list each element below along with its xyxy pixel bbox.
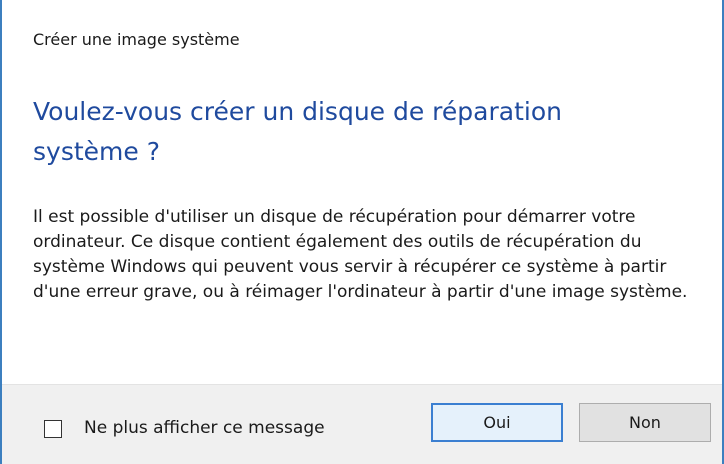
- dont-show-again-label[interactable]: Ne plus afficher ce message: [84, 418, 325, 438]
- dialog-message: Il est possible d'utiliser un disque de …: [33, 207, 688, 302]
- dialog-title: Créer une image système: [33, 30, 240, 49]
- no-button[interactable]: Non: [579, 403, 711, 442]
- dialog-heading: Voulez-vous créer un disque de réparatio…: [33, 97, 562, 166]
- dont-show-again-checkbox[interactable]: [44, 420, 62, 438]
- dialog-window: Créer une image système Voulez-vous crée…: [0, 0, 724, 464]
- yes-button[interactable]: Oui: [431, 403, 563, 442]
